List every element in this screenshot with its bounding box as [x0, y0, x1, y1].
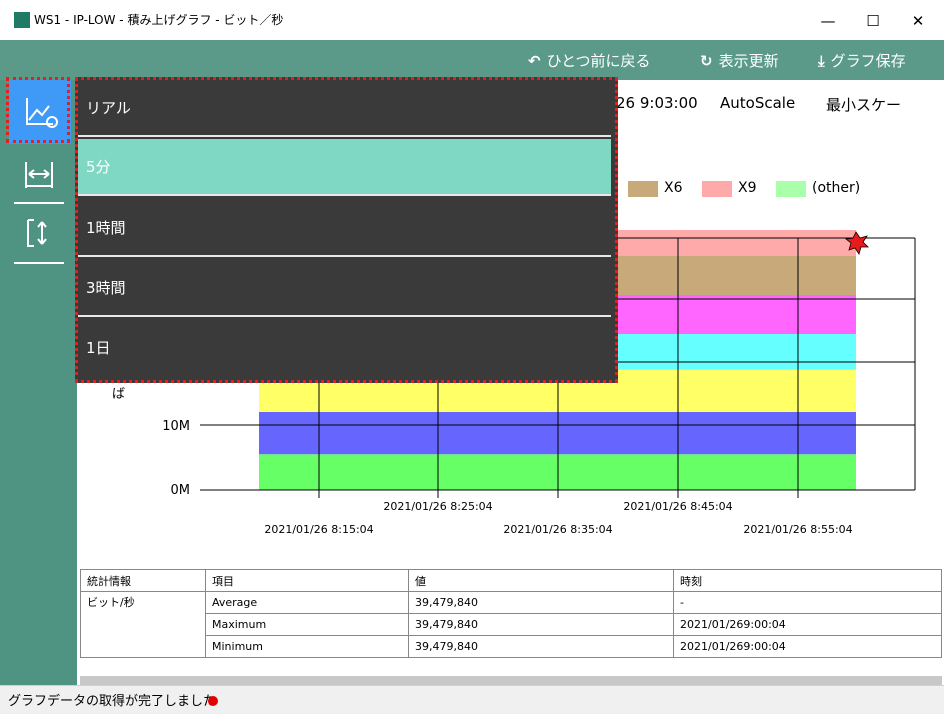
table-cell: 2021/01/269:00:04 — [673, 635, 942, 658]
sidebar-divider — [14, 202, 64, 204]
horizontal-scrollbar[interactable] — [80, 676, 942, 685]
period-option-real[interactable]: リアル — [78, 80, 611, 137]
selection-highlight — [6, 77, 70, 143]
period-option-1hour[interactable]: 1時間 — [78, 200, 611, 257]
table-row: ビット/秒 Average 39,479,840 - — [80, 591, 942, 658]
window-title: WS1 - IP-LOW - 積み上げグラフ - ビット／秒 — [34, 13, 284, 27]
group-label: ビット/秒 — [80, 591, 206, 658]
status-message: グラフデータの取得が完了しました — [8, 694, 217, 709]
horizontal-scale-icon — [25, 162, 53, 188]
period-option-5min[interactable]: 5分 — [78, 139, 611, 196]
table-cell: 39,479,840 — [408, 591, 674, 614]
table-cell: 39,479,840 — [408, 613, 674, 636]
table-cell: Average — [205, 591, 409, 614]
horizontal-scale-button[interactable] — [14, 148, 64, 198]
undo-icon: ↶ — [528, 52, 541, 70]
save-graph-button[interactable]: ⤓ グラフ保存 — [818, 50, 906, 71]
y-axis-label: ば — [112, 387, 125, 402]
column-header: 時刻 — [673, 569, 942, 592]
x-tick-label: 2021/01/26 8:45:04 — [623, 500, 732, 513]
column-header: 項目 — [205, 569, 409, 592]
table-row: Maximum 39,479,840 2021/01/269:00:04 — [81, 613, 942, 636]
autoscale-label[interactable]: AutoScale — [720, 94, 795, 112]
min-scale-label[interactable]: 最小スケー — [826, 94, 901, 115]
save-label: グラフ保存 — [830, 52, 906, 70]
maximize-button[interactable]: ☐ — [851, 6, 895, 36]
refresh-icon: ↻ — [700, 52, 713, 70]
sidebar-divider — [14, 262, 64, 264]
header-timestamp: 26 9:03:00 — [616, 94, 698, 112]
period-option-1day[interactable]: 1日 — [78, 320, 611, 377]
x-tick-label: 2021/01/26 8:25:04 — [383, 500, 492, 513]
table-cell: 39,479,840 — [408, 635, 674, 658]
legend-label-x9: X9 — [738, 180, 757, 196]
table-cell: Maximum — [205, 613, 409, 636]
x-tick-label: 2021/01/26 8:35:04 — [503, 523, 612, 536]
minimize-button[interactable]: — — [806, 6, 850, 36]
column-header: 統計情報 — [80, 569, 206, 592]
close-button[interactable]: ✕ — [896, 6, 940, 36]
table-header-row: 統計情報 項目 値 時刻 — [80, 569, 942, 592]
refresh-button[interactable]: ↻ 表示更新 — [700, 50, 779, 71]
back-button[interactable]: ↶ ひとつ前に戻る — [528, 50, 651, 71]
status-indicator-icon — [208, 696, 218, 706]
legend-label-x6: X6 — [664, 180, 683, 196]
x-tick-label: 2021/01/26 8:55:04 — [743, 523, 852, 536]
table-cell: 2021/01/269:00:04 — [673, 613, 942, 636]
refresh-label: 表示更新 — [718, 52, 779, 70]
toolbar — [0, 40, 944, 80]
y-tick-label: 0M — [171, 483, 191, 498]
table-cell: - — [673, 591, 942, 614]
table-cell: Minimum — [205, 635, 409, 658]
x-tick-label: 2021/01/26 8:15:04 — [264, 523, 373, 536]
legend-label-other: (other) — [812, 180, 861, 196]
legend-swatch-other — [776, 181, 806, 197]
vertical-scale-icon — [27, 219, 47, 247]
stats-table: 統計情報 項目 値 時刻 ビット/秒 Average 39,479,840 - … — [80, 569, 942, 658]
period-option-3hours[interactable]: 3時間 — [78, 260, 611, 317]
legend-swatch-x9 — [702, 181, 732, 197]
y-tick-label: 10M — [162, 419, 190, 434]
legend-swatch-x6 — [628, 181, 658, 197]
vertical-scale-button[interactable] — [14, 208, 64, 258]
back-label: ひとつ前に戻る — [546, 52, 651, 70]
app-logo-icon — [14, 12, 30, 28]
download-icon: ⤓ — [818, 52, 825, 70]
column-header: 値 — [408, 569, 674, 592]
table-row: Minimum 39,479,840 2021/01/269:00:04 — [81, 635, 942, 658]
